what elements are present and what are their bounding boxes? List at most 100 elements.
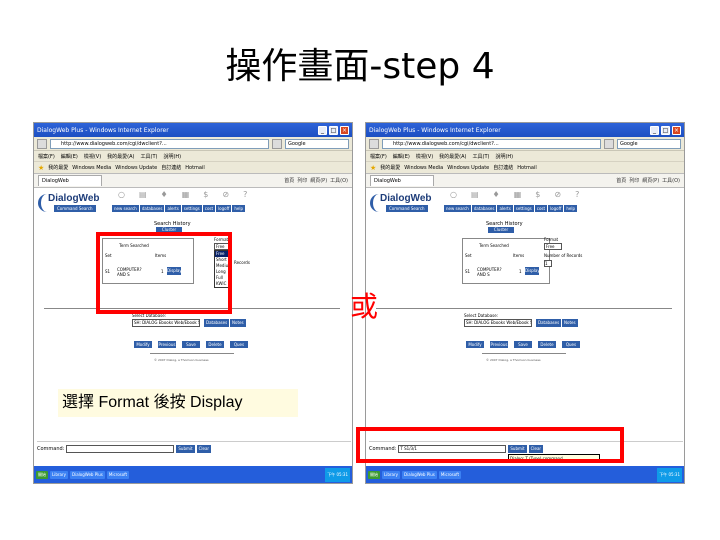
page-button[interactable]: 網頁(P) (310, 177, 327, 184)
favorite-link[interactable]: Windows Media (72, 165, 111, 171)
menu-item[interactable]: 說明(H) (163, 153, 181, 160)
previous-button[interactable]: Previous (158, 341, 176, 348)
favorite-link[interactable]: 我的最愛 (380, 164, 400, 171)
ques-button[interactable]: Ques (562, 341, 580, 348)
delete-button[interactable]: Delete (206, 341, 224, 348)
back-icon[interactable] (369, 138, 379, 149)
favorite-link[interactable]: Windows Media (404, 165, 443, 171)
star-icon[interactable]: ★ (38, 164, 44, 172)
menu-item[interactable]: 我的最愛(A) (107, 153, 134, 160)
minimize-icon[interactable]: _ (318, 125, 327, 135)
nav-cost[interactable]: cost (534, 205, 548, 212)
save-button[interactable]: Save (514, 341, 532, 348)
maximize-icon[interactable]: □ (661, 125, 670, 135)
notes-button[interactable]: Notes (230, 319, 246, 327)
refresh-icon[interactable] (604, 138, 614, 149)
menu-item[interactable]: 檢視(V) (416, 153, 433, 160)
delete-button[interactable]: Delete (538, 341, 556, 348)
close-icon[interactable]: × (340, 125, 349, 135)
start-button[interactable]: 開始 (368, 471, 380, 479)
taskbar-item[interactable]: Library (50, 471, 68, 479)
favorite-link[interactable]: Hotmail (517, 165, 537, 171)
tools-button[interactable]: 工具(O) (330, 177, 348, 184)
submit-button[interactable]: Submit (176, 444, 195, 453)
help-icon[interactable]: ? (243, 190, 247, 199)
database-icon[interactable]: ▤ (139, 190, 147, 199)
nav-new-search[interactable]: new search (444, 205, 471, 212)
database-select[interactable]: SH: DIALOG Ebooks Web/Ebook Search (464, 319, 532, 327)
nav-logoff[interactable]: logoff (548, 205, 564, 212)
logoff-icon[interactable]: ⊘ (554, 190, 561, 199)
search-input[interactable]: Google (617, 138, 681, 149)
favorite-link[interactable]: Windows Update (447, 165, 489, 171)
nav-settings[interactable]: settings (181, 205, 202, 212)
settings-icon[interactable]: ▦ (514, 190, 522, 199)
nav-cost[interactable]: cost (202, 205, 216, 212)
taskbar-item[interactable]: Microsoft (106, 471, 130, 479)
nav-alerts[interactable]: alerts (165, 205, 181, 212)
nav-new-search[interactable]: new search (112, 205, 139, 212)
help-icon[interactable]: ? (575, 190, 579, 199)
modify-button[interactable]: Modify (134, 341, 152, 348)
search-input[interactable]: Google (285, 138, 349, 149)
logoff-icon[interactable]: ⊘ (222, 190, 229, 199)
save-button[interactable]: Save (182, 341, 200, 348)
favorite-link[interactable]: 自訂連結 (161, 164, 181, 171)
print-button[interactable]: 列印 (629, 177, 639, 184)
command-input[interactable] (66, 444, 175, 453)
address-input[interactable]: http://www.dialogweb.com/cgi/dwclient?..… (382, 138, 601, 149)
command-search-tab[interactable]: Command Search (386, 205, 428, 212)
nav-help[interactable]: help (232, 205, 246, 212)
databases-button[interactable]: Databases (204, 319, 230, 327)
cost-icon[interactable]: $ (203, 190, 208, 199)
format-select[interactable]: Free (544, 243, 562, 250)
page-button[interactable]: 網頁(P) (642, 177, 659, 184)
cost-icon[interactable]: $ (535, 190, 540, 199)
home-button[interactable]: 首頁 (616, 177, 626, 184)
tools-button[interactable]: 工具(O) (662, 177, 680, 184)
search-icon[interactable]: ○ (118, 190, 125, 199)
menu-item[interactable]: 檔案(F) (370, 153, 387, 160)
tab-dialogweb[interactable]: DialogWeb (370, 175, 434, 186)
notes-button[interactable]: Notes (562, 319, 578, 327)
nav-alerts[interactable]: alerts (497, 205, 513, 212)
menu-item[interactable]: 工具(T) (141, 153, 158, 160)
favorite-link[interactable]: 自訂連結 (493, 164, 513, 171)
modify-button[interactable]: Modify (466, 341, 484, 348)
minimize-icon[interactable]: _ (650, 125, 659, 135)
database-icon[interactable]: ▤ (471, 190, 479, 199)
print-button[interactable]: 列印 (297, 177, 307, 184)
cluster-search-button[interactable]: Cluster Search (488, 227, 514, 238)
menu-item[interactable]: 我的最愛(A) (439, 153, 466, 160)
menu-item[interactable]: 說明(H) (495, 153, 513, 160)
taskbar-item[interactable]: DialogWeb Plus (70, 471, 105, 479)
settings-icon[interactable]: ▦ (182, 190, 190, 199)
database-select[interactable]: SH: DIALOG Ebooks Web/Ebook Search (132, 319, 200, 327)
favorite-link[interactable]: Windows Update (115, 165, 157, 171)
favorite-link[interactable]: 我的最愛 (48, 164, 68, 171)
star-icon[interactable]: ★ (370, 164, 376, 172)
menu-item[interactable]: 編輯(E) (393, 153, 410, 160)
nav-databases[interactable]: databases (471, 205, 497, 212)
ques-button[interactable]: Ques (230, 341, 248, 348)
home-button[interactable]: 首頁 (284, 177, 294, 184)
clear-button[interactable]: Clear (196, 444, 212, 453)
start-button[interactable]: 開始 (36, 471, 48, 479)
nav-logoff[interactable]: logoff (216, 205, 232, 212)
nav-help[interactable]: help (564, 205, 578, 212)
menu-item[interactable]: 檔案(F) (38, 153, 55, 160)
previous-button[interactable]: Previous (490, 341, 508, 348)
menu-item[interactable]: 檢視(V) (84, 153, 101, 160)
taskbar-item[interactable]: Microsoft (438, 471, 462, 479)
refresh-icon[interactable] (272, 138, 282, 149)
search-icon[interactable]: ○ (450, 190, 457, 199)
nav-settings[interactable]: settings (513, 205, 534, 212)
back-icon[interactable] (37, 138, 47, 149)
alert-icon[interactable]: ♦ (493, 190, 500, 199)
menu-item[interactable]: 編輯(E) (61, 153, 78, 160)
address-input[interactable]: http://www.dialogweb.com/cgi/dwclient?..… (50, 138, 269, 149)
tab-dialogweb[interactable]: DialogWeb (38, 175, 102, 186)
taskbar-item[interactable]: DialogWeb Plus (402, 471, 437, 479)
close-icon[interactable]: × (672, 125, 681, 135)
favorite-link[interactable]: Hotmail (185, 165, 205, 171)
